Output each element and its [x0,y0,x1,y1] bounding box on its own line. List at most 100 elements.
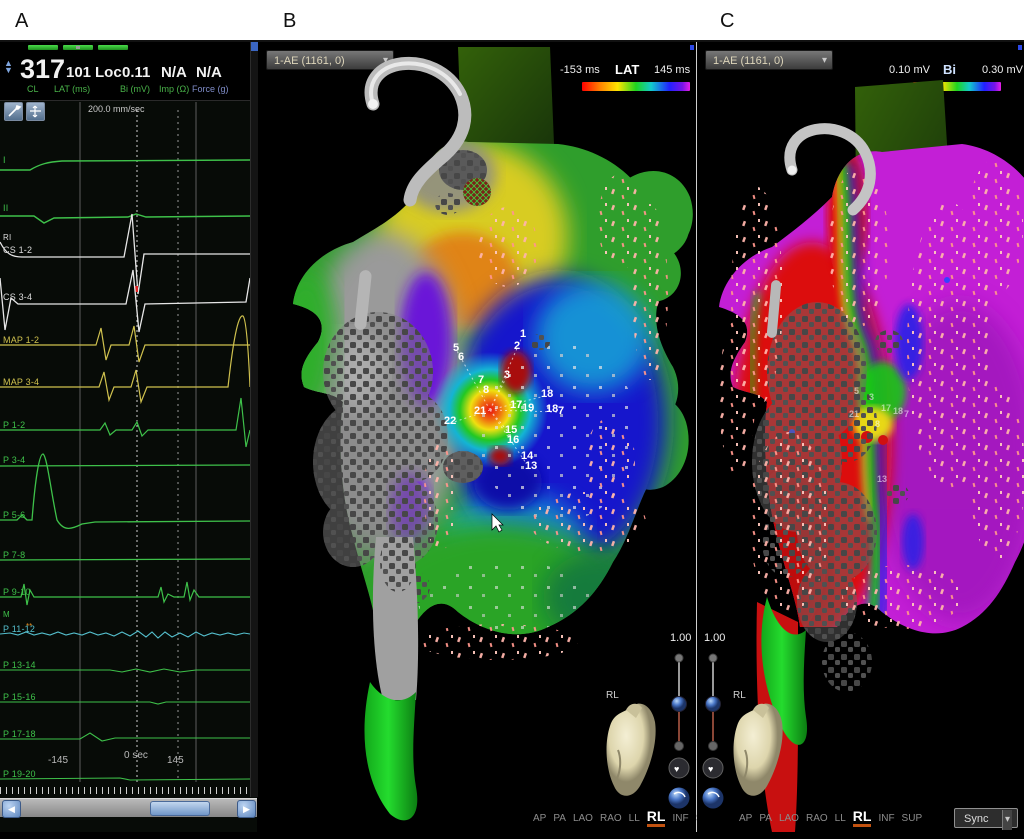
horizontal-scrollbar[interactable]: ◀ ▶ [0,798,257,817]
trace-P1112 [0,631,250,638]
trace-label[interactable]: MAP 3-4 [3,377,39,387]
imp-value: N/A [161,64,187,81]
slider-thumb[interactable] [706,697,721,712]
slider-thumb[interactable] [672,697,687,712]
svg-text:17: 17 [510,399,522,411]
orientation-lao[interactable]: LAO [573,813,593,824]
trace-label[interactable]: P 11-12 [3,624,35,634]
sync-label: Sync [964,813,988,825]
trace-label[interactable]: P 19-20 [3,769,36,779]
svg-text:6: 6 [458,351,464,363]
trace-label[interactable]: P 5-6 [3,510,25,520]
trace-label[interactable]: P 7-8 [3,550,25,560]
orientation-rao[interactable]: RAO [600,813,622,824]
panel-b-letter: B [283,10,296,33]
trace-P12 [0,398,250,447]
orientation-ap[interactable]: AP [533,813,546,824]
orientation-lao[interactable]: LAO [779,813,799,824]
scroll-left-button[interactable]: ◀ [2,800,21,818]
trace-CS34 [0,270,250,332]
trace-label[interactable]: P 13-14 [3,660,36,670]
svg-text:18: 18 [541,388,553,400]
egm-panel: ▲▼ 317 101 Loc 0.11 N/A N/A CL LAT (ms) … [0,42,257,832]
svg-text:7: 7 [558,405,564,417]
trace-label[interactable]: II [3,203,8,213]
trace-label[interactable]: I [3,155,6,165]
orientation-inf[interactable]: INF [672,813,688,824]
orientation-pa[interactable]: PA [759,813,772,824]
trace-II [0,214,250,223]
orientation-inf[interactable]: INF [878,813,894,824]
trace-label[interactable]: P 15-16 [3,692,36,702]
svg-text:21: 21 [849,409,859,419]
imp-label: Imp (Ω) [159,84,189,94]
reference-heart-label: RL [733,690,746,701]
svg-text:8: 8 [875,419,880,429]
orientation-rl-active[interactable]: RL [853,808,872,824]
mesh-electrode-grid [463,178,491,206]
trace-label[interactable]: CS 1-2 [3,245,32,255]
view-controls[interactable]: ♥ [700,646,726,814]
lat-map-panel: 1-AE (1161, 0) ▾ -153 ms LAT 145 ms [258,42,697,832]
trace-P1920 [0,778,250,780]
scroll-right-button[interactable]: ▶ [237,800,256,818]
view-controls[interactable]: ♥ [666,646,692,814]
force-label: Force (g) [192,84,229,94]
panel-c-letter: C [720,10,734,33]
signal-quality-bar [98,45,128,50]
egm-trace-canvas[interactable]: ** [0,102,250,782]
slider-top-knob[interactable] [709,654,717,662]
orientation-rl-active[interactable]: RL [647,808,666,824]
rotate-sphere-button[interactable] [669,788,690,809]
vertical-scrollbar[interactable] [250,42,258,797]
trace-label[interactable]: P 3-4 [3,455,25,465]
trace-CS12 [0,214,250,294]
scar-point-clusters [380,532,416,592]
trace-label[interactable]: MAP 1-2 [3,335,39,345]
reference-heart [600,690,666,810]
slider-bottom-knob[interactable] [709,742,718,751]
heart-icon: ♥ [674,764,679,774]
svg-text:18: 18 [893,406,903,416]
orientation-row: AP PA LAO RAO LL RL INF SUP [739,808,922,824]
bi-label: Bi (mV) [120,84,150,94]
trace-label[interactable]: P 1-2 [3,420,25,430]
orientation-ll[interactable]: LL [629,813,640,824]
vertical-scroll-button[interactable] [251,42,258,51]
orientation-rao[interactable]: RAO [806,813,828,824]
trace-sublabel: RI [3,233,11,242]
orientation-sup[interactable]: SUP [902,813,923,824]
svg-text:1: 1 [520,328,526,340]
signal-quality-bar [28,45,58,50]
svg-text:3: 3 [504,369,510,381]
orientation-ap[interactable]: AP [739,813,752,824]
trace-P1718 [0,733,250,741]
green-appendage [364,682,417,820]
svg-text:5: 5 [854,386,859,396]
svg-text:13: 13 [877,474,887,484]
svg-text:3: 3 [869,392,874,402]
chevron-down-icon: ▾ [1002,810,1012,830]
figure-label-band: A B C [0,0,1024,42]
rotate-sphere-button[interactable] [703,788,724,809]
svg-text:21: 21 [474,405,486,417]
signal-quality-bar [63,45,93,50]
svg-text:18: 18 [546,403,558,415]
bi-value: 0.11 [122,64,150,81]
sync-dropdown-button[interactable]: Sync ▾ [954,808,1018,828]
screenshot-root: { "figure": { "panels": ["A", "B", "C"] … [0,0,1024,839]
slider-bottom-knob[interactable] [675,742,684,751]
orientation-pa[interactable]: PA [553,813,566,824]
slider-top-knob[interactable] [675,654,683,662]
svg-text:22: 22 [444,415,456,427]
trace-label[interactable]: P 9-10 [3,587,31,597]
trace-label[interactable]: CS 3-4 [3,292,32,302]
zoom-value: 1.00 [670,632,691,644]
trace-label[interactable]: P 17-18 [3,729,36,739]
svg-text:8: 8 [483,384,489,396]
orientation-ll[interactable]: LL [835,813,846,824]
orientation-row: AP PA LAO RAO LL RL INF SUP [533,808,716,824]
trace-MAP34 [0,316,250,402]
scroll-thumb[interactable] [150,801,210,816]
stat-stepper-icon[interactable]: ▲▼ [4,60,13,74]
